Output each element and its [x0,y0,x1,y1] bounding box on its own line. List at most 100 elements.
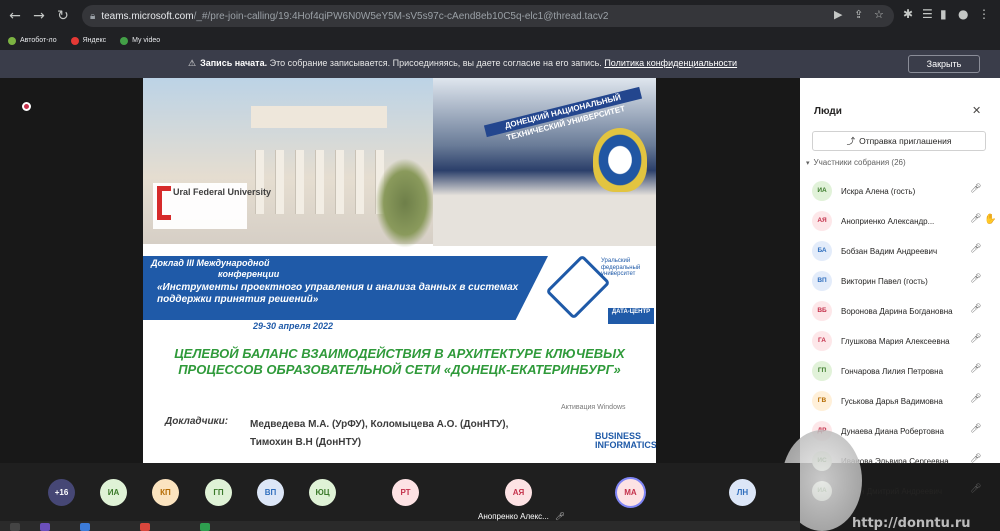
donntu-building-photo: ДОНЕЦКИЙ НАЦИОНАЛЬНЫЙ ТЕХНИЧЕСКИЙ УНИВЕР… [433,78,656,246]
speakers-line-2: Тимохин В.Н (ДонНТУ) [250,437,362,448]
tree-shape [375,158,435,248]
url-host: teams.microsoft.com [101,10,194,22]
banner-message: ⚠ Запись начата. Это собрание записываетс… [188,58,737,69]
people-pane-title: Люди [814,106,842,117]
attendee-name: Бобзан Вадим Андреевич [841,246,938,256]
reading-list-icon[interactable]: ☰ [922,7,933,21]
share-icon[interactable]: ⇪ [854,8,863,21]
slide-main-title: ЦЕЛЕВОЙ БАЛАНС ВЗАИМОДЕЙСТВИЯ В АРХИТЕКТ… [174,346,625,377]
banner-title: Запись начата. [200,58,268,68]
taskbar-search-icon[interactable] [10,523,20,531]
taskbar-app-icon[interactable] [140,523,150,531]
attendee-row[interactable]: ГВ Гуськова Дарья Вадимовна 🎤︎ [812,386,998,416]
attendees-header[interactable]: ▾ Участники собрания (26) [806,158,906,167]
attendee-name: Искра Алена (гость) [841,186,916,196]
mic-off-icon: 🎤︎ [970,454,982,464]
menu-icon[interactable]: ⋮ [978,7,990,21]
recording-indicator-icon [22,102,31,111]
sidebar-icon[interactable]: ▮ [940,7,947,21]
attendee-row[interactable]: БА Бобзан Вадим Андреевич 🎤︎ [812,236,998,266]
send-invite-button[interactable]: ⤴ Отправка приглашения [812,131,986,151]
close-icon[interactable]: ✕ [972,104,981,117]
forward-icon[interactable]: → [30,7,48,25]
address-bar[interactable]: 🔒︎ teams.microsoft.com /_#/pre-join-call… [82,5,894,27]
conference-line-2: конференции [218,269,280,279]
mic-off-icon: 🎤︎ [970,424,982,434]
business-informatics-logo: BUSINESS INFORMATICS [595,431,656,450]
mic-off-icon: 🎤︎ [970,274,982,284]
attendee-row[interactable]: АЯ Аноприенко Александр... 🎤︎ ✋ [812,206,998,236]
taskbar-app-icon[interactable] [40,523,50,531]
raised-hand-icon: ✋ [984,214,997,225]
site-watermark: http://donntu.ru [852,516,971,531]
ural-building-photo: Ural Federal University [143,78,435,248]
conference-line-1: Доклад III Международной [151,258,270,268]
attendee-name: Викторин Павел (гость) [841,276,928,286]
attendee-row[interactable]: ГП Гончарова Лилия Петровна 🎤︎ [812,356,998,386]
attendee-name: Глушкова Мария Алексеевна [841,336,950,346]
recording-banner: ⚠ Запись начата. Это собрание записываетс… [0,50,1000,78]
participant-avatar[interactable]: МА [617,479,644,506]
urfu-logo-text: Уральский федеральный университет [601,258,641,277]
bookmark-item[interactable]: Яндекс [70,36,107,45]
bookmark-favicon-icon [8,36,16,45]
camera-icon[interactable]: ▶ [834,8,842,21]
taskbar-app-icon[interactable] [200,523,210,531]
ural-logo-icon [157,186,171,220]
bookmark-favicon-icon [120,36,129,45]
bookmark-label: Автобот-ло [20,37,57,44]
donntu-crest-icon [593,128,647,192]
extensions-icon[interactable]: ✱ [903,7,913,21]
profile-icon[interactable]: ● [958,7,968,21]
back-icon[interactable]: ← [6,7,24,25]
browser-toolbar: ← → ↻ ⌂ 🔒︎ teams.microsoft.com /_#/pre-j… [0,0,1000,31]
avatar: ГВ [812,391,832,411]
participant-avatar[interactable]: ВП [257,479,284,506]
mic-off-icon: 🎤︎ [970,244,982,254]
attendee-row[interactable]: ИА Искра Алена (гость) 🎤︎ [812,176,998,206]
attendee-row[interactable]: ВП Викторин Павел (гость) 🎤︎ [812,266,998,296]
invite-label: Отправка приглашения [859,136,952,146]
mic-off-icon: 🎤︎ [970,334,982,344]
building-portico [251,106,387,128]
taskbar-app-icon[interactable] [80,523,90,531]
attendee-name: Гончарова Лилия Петровна [841,366,944,376]
attendee-name: Гуськова Дарья Вадимовна [841,396,943,406]
avatar: БА [812,241,832,261]
participant-avatar[interactable]: ГП [205,479,232,506]
participant-avatar[interactable]: +16 [48,479,75,506]
share-icon: ⤴ [846,137,856,147]
attendee-row[interactable]: ВБ Воронова Дарина Богдановна 🎤︎ [812,296,998,326]
participant-avatar[interactable]: КП [152,479,179,506]
shared-slide: Ural Federal University ДОНЕЦКИЙ НАЦИОНА… [143,78,656,463]
warning-icon: ⚠ [188,59,197,69]
taskbar [0,521,800,531]
datacenter-logo: ДАТА-ЦЕНТР [608,308,654,324]
avatar: АЯ [812,211,832,231]
mic-off-icon: 🎤︎ [970,184,982,194]
avatar: ВП [812,271,832,291]
lock-icon[interactable]: 🔒︎ [90,11,95,22]
meeting-stage: Ural Federal University ДОНЕЦКИЙ НАЦИОНА… [0,78,800,463]
conference-date: 29-30 апреля 2022 [253,321,334,331]
mic-off-icon: 🎤︎ [555,512,566,521]
participant-avatar[interactable]: ИА [100,479,127,506]
participant-avatar[interactable]: АЯ [505,479,532,506]
participant-avatar[interactable]: ЮЦ [309,479,336,506]
bookmark-label: Яндекс [82,37,107,44]
participant-avatar[interactable]: ЛН [729,479,756,506]
avatar: ГА [812,331,832,351]
attendee-name: Аноприенко Александр... [841,216,935,226]
participant-avatar[interactable]: РТ [392,479,419,506]
avatar: ИА [812,181,832,201]
bookmark-item[interactable]: My video [120,36,160,45]
reload-icon[interactable]: ↻ [54,7,72,25]
bookmark-star-icon[interactable]: ☆ [874,8,884,21]
bookmark-item[interactable]: Автобот-ло [8,36,57,45]
privacy-policy-link[interactable]: Политика конфиденциальности [604,58,737,68]
mic-off-icon: 🎤︎ [970,304,982,314]
close-banner-button[interactable]: Закрыть [908,55,980,73]
attendee-row[interactable]: ГА Глушкова Мария Алексеевна 🎤︎ [812,326,998,356]
url-path: /_#/pre-join-calling/19:4Hof4qiPW6N0W5eY… [193,10,609,22]
conference-title: «Инструменты проектного управления и ана… [157,282,519,305]
